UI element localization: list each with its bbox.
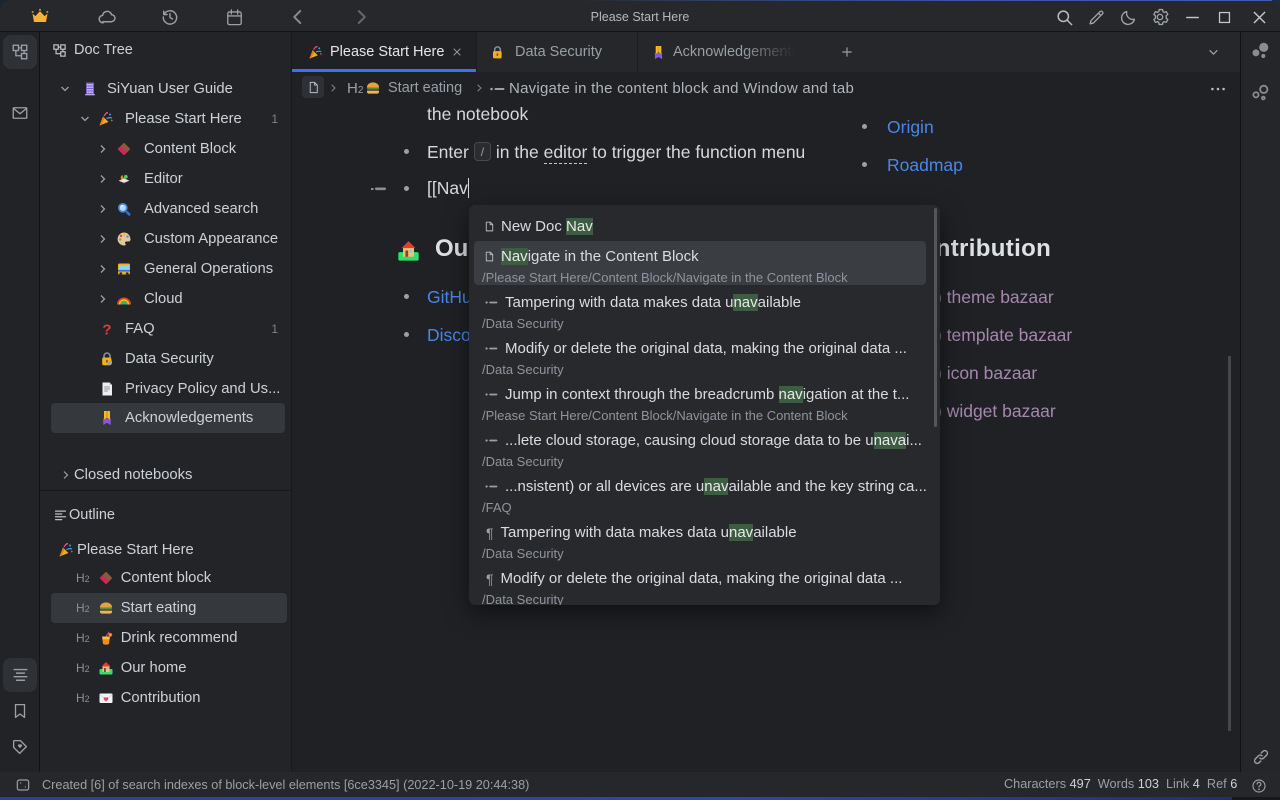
svg-text:?: ? — [102, 322, 111, 338]
